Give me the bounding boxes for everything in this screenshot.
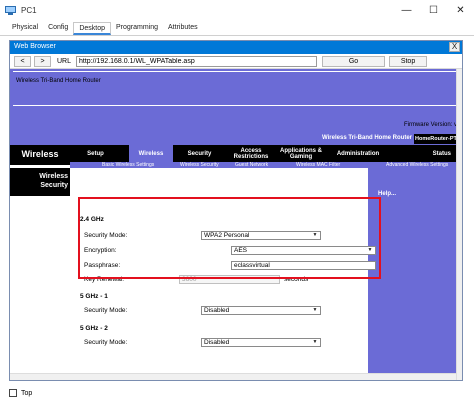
menu-applications-gaming[interactable]: Applications & Gaming [276, 145, 326, 162]
menu-administration[interactable]: Administration [326, 145, 390, 162]
chevron-down-icon: ▼ [312, 307, 318, 313]
stop-button[interactable]: Stop [389, 55, 428, 67]
tab-config[interactable]: Config [43, 22, 73, 35]
menu-status[interactable]: Status [390, 145, 457, 162]
forward-button[interactable]: > [34, 55, 51, 67]
browser-title: Web Browser [14, 43, 56, 50]
highlight-box [78, 197, 381, 279]
app-tabbar: Physical Config Desktop Programming Attr… [0, 22, 474, 36]
help-column [368, 168, 457, 380]
web-browser-window: Web Browser X < > URL Go Stop Wireless T… [9, 40, 463, 381]
menu-security[interactable]: Security [173, 145, 226, 162]
tab-physical[interactable]: Physical [7, 22, 43, 35]
security-mode-5-2-label: Security Mode: [84, 339, 128, 346]
top-label: Top [21, 389, 33, 397]
top-checkbox[interactable] [9, 389, 17, 397]
window-title: PC1 [21, 5, 37, 15]
left-title: Wireless Security [39, 173, 68, 189]
band-5-2-title: 5 GHz - 2 [80, 325, 108, 332]
maximize-button[interactable]: ☐ [420, 0, 447, 20]
browser-navbar: < > URL Go Stop [10, 54, 462, 69]
band-5-1-title: 5 GHz - 1 [80, 293, 108, 300]
model-name: Wireless Tri-Band Home Router [322, 135, 412, 141]
brand-text: Wireless Tri-Band Home Router [16, 78, 101, 84]
page-viewport: Wireless Tri-Band Home Router Firmware V… [10, 69, 457, 380]
browser-titlebar: Web Browser X [10, 41, 462, 54]
menu-setup[interactable]: Setup [76, 145, 115, 162]
pc-icon [5, 5, 16, 16]
browser-close-button[interactable]: X [449, 42, 460, 52]
model-id: HomeRouter-PT- [414, 134, 457, 144]
go-button[interactable]: Go [322, 55, 386, 67]
firmware-version: Firmware Version: v [403, 122, 457, 128]
tab-attributes[interactable]: Attributes [163, 22, 203, 35]
horizontal-scrollbar[interactable] [10, 373, 457, 380]
security-mode-5-1-select[interactable]: Disabled ▼ [201, 306, 321, 315]
vertical-scrollbar[interactable] [456, 69, 462, 380]
minimize-button[interactable]: — [393, 0, 420, 20]
url-label: URL [57, 57, 72, 65]
menu-wireless[interactable]: Wireless [129, 145, 173, 162]
close-button[interactable]: ✕ [447, 0, 474, 20]
menu-access-restrictions[interactable]: Access Restrictions [226, 145, 276, 162]
url-input[interactable] [76, 55, 318, 67]
router-header: Wireless Tri-Band Home Router Firmware V… [10, 69, 457, 145]
window-titlebar: PC1 — ☐ ✕ [0, 0, 474, 20]
left-column [10, 168, 70, 380]
security-mode-5-1-label: Security Mode: [84, 307, 128, 314]
back-button[interactable]: < [14, 55, 31, 67]
chevron-down-icon: ▼ [312, 339, 318, 345]
top-option[interactable]: Top [9, 389, 32, 397]
security-mode-5-2-select[interactable]: Disabled ▼ [201, 338, 321, 347]
tab-programming[interactable]: Programming [111, 22, 163, 35]
section-title: Wireless [10, 145, 70, 165]
tab-desktop[interactable]: Desktop [73, 22, 111, 35]
